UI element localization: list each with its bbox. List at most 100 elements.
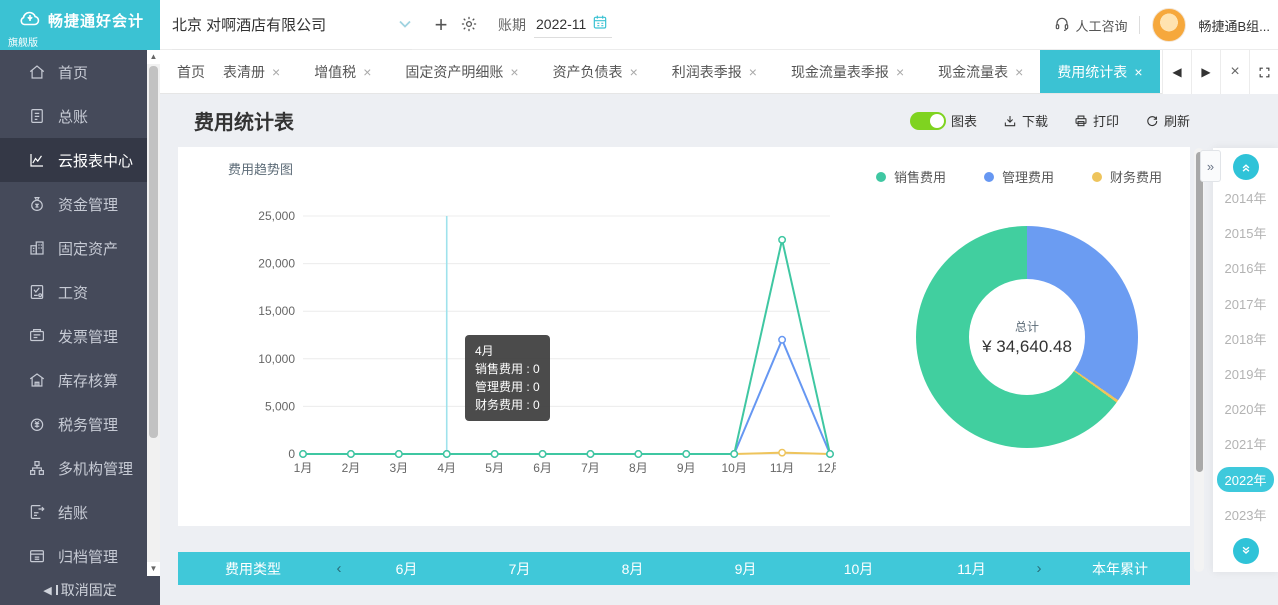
fullscreen-button[interactable]: [1249, 50, 1278, 94]
tab-cashflow[interactable]: 现金流量表 ×: [921, 50, 1040, 93]
tooltip-line: 管理费用 : 0: [475, 378, 540, 396]
unpin-sidebar-button[interactable]: ◀ 取消固定: [0, 575, 160, 605]
sidebar-item-label: 库存核算: [58, 370, 118, 391]
legend-sales[interactable]: 销售费用: [876, 167, 946, 186]
year-panel-collapse-button[interactable]: »: [1200, 150, 1221, 182]
tab-balance-sheet[interactable]: 资产负债表×: [536, 50, 655, 93]
double-chevron-down-icon: [1239, 544, 1253, 558]
sidebar-item-payroll[interactable]: 工资: [0, 270, 160, 314]
refresh-button[interactable]: 刷新: [1145, 111, 1190, 130]
print-button[interactable]: 打印: [1074, 111, 1119, 130]
svg-text:2月: 2月: [342, 461, 361, 475]
scroll-down-icon[interactable]: ▼: [147, 562, 160, 576]
tab-fixed-asset-detail[interactable]: 固定资产明细账 ×: [388, 50, 535, 93]
column-month: 9月: [689, 559, 802, 579]
svg-text:15,000: 15,000: [258, 304, 295, 318]
tab-label: 现金流量表季报: [791, 62, 889, 82]
years-scroll-up-button[interactable]: [1233, 154, 1259, 180]
sidebar-item-inventory[interactable]: 库存核算: [0, 358, 160, 402]
user-avatar[interactable]: [1152, 8, 1186, 42]
live-support-label: 人工咨询: [1075, 16, 1127, 35]
year-item[interactable]: 2017年: [1217, 291, 1275, 316]
year-item[interactable]: 2020年: [1217, 396, 1275, 421]
logo-edition: 旗舰版: [0, 33, 160, 49]
content-scrollbar[interactable]: [1194, 148, 1204, 572]
sidebar-item-funds[interactable]: 资金管理: [0, 182, 160, 226]
sidebar-item-tax[interactable]: 税务管理: [0, 402, 160, 446]
sidebar-item-closing[interactable]: 结账: [0, 490, 160, 534]
tooltip-line: 销售费用 : 0: [475, 360, 540, 378]
tab-vat[interactable]: 增值税×: [297, 50, 388, 93]
sidebar-item-general-ledger[interactable]: 总账: [0, 94, 160, 138]
tab-label: 固定资产明细账: [405, 62, 503, 82]
svg-text:8月: 8月: [629, 461, 648, 475]
column-month: 11月: [915, 559, 1028, 579]
tab-close-icon[interactable]: ×: [1015, 64, 1023, 80]
tab-income-quarterly[interactable]: 利润表季报×: [655, 50, 774, 93]
tab-expense-statistics[interactable]: 费用统计表×: [1040, 50, 1159, 93]
sidebar-item-cloud-reports[interactable]: 云报表中心: [0, 138, 160, 182]
tab-close-icon[interactable]: ×: [749, 64, 757, 80]
tab-report-list[interactable]: 报表清册×: [222, 50, 297, 93]
toggle-switch[interactable]: [910, 112, 946, 130]
chart-view-toggle[interactable]: 图表: [910, 111, 977, 130]
tab-close-icon[interactable]: ×: [1134, 64, 1142, 80]
tab-close-icon[interactable]: ×: [272, 64, 280, 80]
column-month: 7月: [463, 559, 576, 579]
download-button[interactable]: 下载: [1003, 111, 1048, 130]
tooltip-line: 财务费用 : 0: [475, 396, 540, 414]
svg-text:7月: 7月: [581, 461, 600, 475]
ledger-icon: [28, 107, 46, 125]
tab-scroll-right-button[interactable]: ▶: [1191, 50, 1220, 94]
year-item[interactable]: 2019年: [1217, 361, 1275, 386]
legend-label: 销售费用: [894, 167, 946, 186]
sidebar-item-archive[interactable]: 归档管理: [0, 534, 160, 578]
company-selector[interactable]: 北京 对啊酒店有限公司: [172, 0, 412, 50]
live-support[interactable]: 人工咨询: [1054, 16, 1127, 35]
unpin-icon: ◀: [43, 584, 51, 597]
add-button[interactable]: +: [428, 12, 454, 38]
tab-label: 现金流量表: [938, 62, 1008, 82]
year-item-selected[interactable]: 2022年: [1217, 467, 1275, 492]
tab-cashflow-quarterly[interactable]: 现金流量表季报 ×: [774, 50, 921, 93]
tab-close-icon[interactable]: ×: [896, 64, 904, 80]
year-item[interactable]: 2021年: [1217, 431, 1275, 456]
sidebar-scroll-thumb[interactable]: [149, 66, 158, 438]
tab-close-icon[interactable]: ×: [630, 64, 638, 80]
year-item[interactable]: 2018年: [1217, 326, 1275, 351]
table-scroll-right-button[interactable]: ›: [1028, 560, 1050, 577]
donut-center: 总计 ¥ 34,640.48: [969, 279, 1085, 395]
legend-admin[interactable]: 管理费用: [984, 167, 1054, 186]
tab-home[interactable]: 首页: [160, 50, 222, 93]
username[interactable]: 畅捷通B组...: [1198, 16, 1270, 35]
year-item[interactable]: 2016年: [1217, 255, 1275, 280]
warehouse-icon: [28, 371, 46, 389]
years-scroll-down-button[interactable]: [1233, 538, 1259, 564]
period-value[interactable]: 2022-11: [534, 12, 612, 38]
settings-gear-icon[interactable]: [460, 15, 478, 33]
sidebar-item-label: 工资: [58, 282, 88, 303]
sidebar-scrollbar[interactable]: ▲ ▼: [147, 50, 160, 576]
sidebar-item-home[interactable]: 首页: [0, 50, 160, 94]
download-icon: [1003, 114, 1017, 128]
scroll-up-icon[interactable]: ▲: [147, 50, 160, 64]
report-chart-icon: [28, 151, 46, 169]
sidebar-item-invoices[interactable]: 发票管理: [0, 314, 160, 358]
tab-close-icon[interactable]: ×: [363, 64, 371, 80]
sidebar-item-multi-org[interactable]: 多机构管理: [0, 446, 160, 490]
sidebar-item-fixed-assets[interactable]: 固定资产: [0, 226, 160, 270]
year-item[interactable]: 2014年: [1217, 185, 1275, 210]
table-scroll-left-button[interactable]: ‹: [328, 560, 350, 577]
year-item[interactable]: 2015年: [1217, 220, 1275, 245]
calendar-icon[interactable]: [592, 14, 608, 33]
download-label: 下载: [1022, 111, 1048, 130]
donut-total-label: 总计: [1015, 318, 1039, 335]
svg-text:25,000: 25,000: [258, 209, 295, 223]
tab-scroll-left-button[interactable]: ◀: [1162, 50, 1191, 94]
content-scroll-thumb[interactable]: [1196, 152, 1203, 472]
tab-close-icon[interactable]: ×: [510, 64, 518, 80]
year-item[interactable]: 2023年: [1217, 502, 1275, 527]
legend-finance[interactable]: 财务费用: [1092, 167, 1162, 186]
sidebar-item-label: 发票管理: [58, 326, 118, 347]
close-all-tabs-button[interactable]: ×: [1220, 50, 1249, 94]
